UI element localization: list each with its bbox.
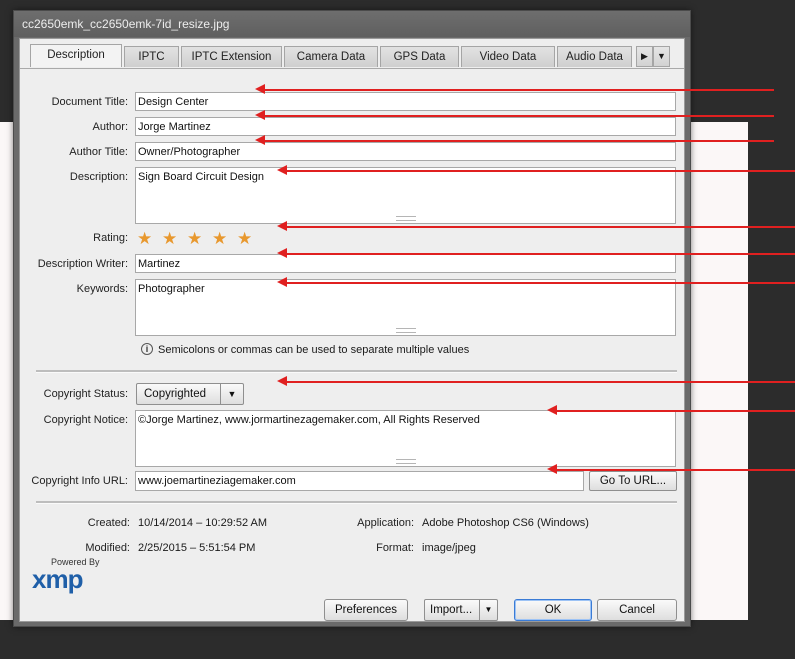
tab-audio-data[interactable]: Audio Data: [557, 46, 632, 67]
tab-divider: [20, 68, 684, 69]
description-writer-input[interactable]: Martinez: [135, 254, 676, 273]
tab-description[interactable]: Description: [30, 44, 122, 67]
keywords-label: Keywords:: [76, 283, 128, 295]
annotation-arrow: [277, 377, 795, 385]
modified-label: Modified:: [85, 542, 130, 554]
annotation-arrow: [547, 465, 795, 473]
author-title-input[interactable]: Owner/Photographer: [135, 142, 676, 161]
dialog-panel: Description IPTC IPTC Extension Camera D…: [19, 38, 685, 622]
chevron-down-icon: ▼: [220, 384, 243, 404]
preferences-button[interactable]: Preferences: [324, 599, 408, 621]
copyright-url-input[interactable]: www.joemartineziagemaker.com: [135, 471, 584, 491]
import-label: Import...: [430, 604, 473, 616]
tab-gps-data[interactable]: GPS Data: [380, 46, 459, 67]
resize-grip-icon[interactable]: [395, 328, 416, 333]
author-label: Author:: [92, 121, 128, 133]
resize-grip-icon[interactable]: [395, 216, 416, 221]
application-value: Adobe Photoshop CS6 (Windows): [422, 517, 589, 529]
section-divider: [36, 501, 677, 504]
rating-label: Rating:: [93, 232, 128, 244]
annotation-arrow: [547, 406, 795, 414]
annotation-arrow: [277, 166, 795, 174]
triangle-down-icon[interactable]: ▼: [653, 46, 670, 67]
keywords-textarea[interactable]: Photographer: [135, 279, 676, 336]
description-writer-label: Description Writer:: [37, 258, 128, 270]
tab-iptc[interactable]: IPTC: [124, 46, 179, 67]
description-label: Description:: [69, 171, 128, 183]
separator-hint: Semicolons or commas can be used to sepa…: [158, 344, 470, 356]
file-info-dialog: cc2650emk_cc2650emk-7id_resize.jpg Descr…: [13, 10, 691, 627]
annotation-arrow: [255, 136, 774, 144]
annotation-arrow: [255, 85, 774, 93]
annotation-arrow: [255, 111, 774, 119]
copyright-url-label: Copyright Info URL:: [31, 475, 128, 487]
triangle-right-icon[interactable]: ▶: [636, 46, 653, 67]
ok-button[interactable]: OK: [514, 599, 592, 621]
window-title: cc2650emk_cc2650emk-7id_resize.jpg: [14, 11, 690, 37]
tab-iptc-extension[interactable]: IPTC Extension: [181, 46, 282, 67]
tab-camera-data[interactable]: Camera Data: [284, 46, 378, 67]
annotation-arrow: [277, 278, 795, 286]
author-title-label: Author Title:: [69, 146, 128, 158]
star-icon[interactable]: ★: [187, 230, 202, 247]
info-icon: i: [141, 343, 153, 355]
cancel-button[interactable]: Cancel: [597, 599, 677, 621]
annotation-arrow: [277, 222, 795, 230]
description-text: Sign Board Circuit Design: [138, 171, 264, 183]
star-icon[interactable]: ★: [137, 230, 152, 247]
copyright-status-select[interactable]: Copyrighted ▼: [136, 383, 244, 405]
format-value: image/jpeg: [422, 542, 476, 554]
resize-grip-icon[interactable]: [395, 459, 416, 464]
copyright-notice-text: ©Jorge Martinez, www.jormartinezagemaker…: [138, 414, 480, 426]
created-value: 10/14/2014 – 10:29:52 AM: [138, 517, 268, 529]
star-icon[interactable]: ★: [237, 230, 252, 247]
copyright-notice-label: Copyright Notice:: [43, 414, 128, 426]
copyright-status-label: Copyright Status:: [43, 388, 128, 400]
copyright-notice-textarea[interactable]: ©Jorge Martinez, www.jormartinezagemaker…: [135, 410, 676, 467]
modified-value: 2/25/2015 – 5:51:54 PM: [138, 542, 256, 554]
copyright-status-value: Copyrighted: [144, 388, 207, 400]
go-to-url-button[interactable]: Go To URL...: [589, 471, 677, 491]
document-title-label: Document Title:: [51, 96, 128, 108]
tab-bar: Description IPTC IPTC Extension Camera D…: [30, 44, 634, 68]
tab-video-data[interactable]: Video Data: [461, 46, 555, 67]
star-icon[interactable]: ★: [162, 230, 177, 247]
chevron-down-icon[interactable]: ▼: [479, 600, 497, 620]
description-textarea[interactable]: Sign Board Circuit Design: [135, 167, 676, 224]
document-title-input[interactable]: Design Center: [135, 92, 676, 111]
annotation-arrow: [277, 249, 795, 257]
xmp-logo: xmp: [32, 564, 83, 594]
format-label: Format:: [376, 542, 414, 554]
application-label: Application:: [357, 517, 414, 529]
author-input[interactable]: Jorge Martinez: [135, 117, 676, 136]
section-divider: [36, 370, 677, 373]
keywords-text: Photographer: [138, 283, 205, 295]
import-button[interactable]: Import... ▼: [424, 599, 498, 621]
star-icon[interactable]: ★: [212, 230, 227, 247]
created-label: Created:: [87, 517, 130, 529]
